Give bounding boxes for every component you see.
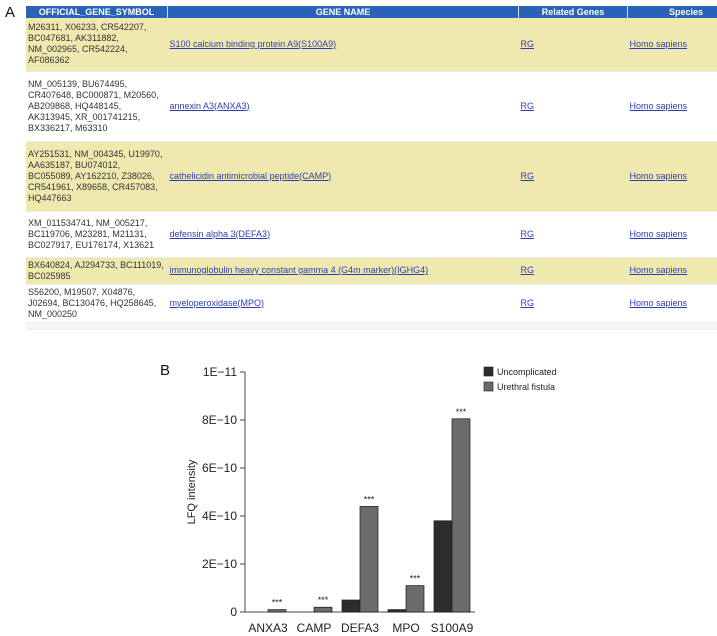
y-tick-label: 6E−10: [202, 461, 237, 475]
x-tick-label: CAMP: [297, 621, 332, 635]
significance-label: ***: [364, 494, 375, 504]
legend-label: Urethral fistula: [497, 382, 555, 392]
bar: [267, 609, 287, 613]
bar: [341, 599, 361, 613]
y-tick-label: 1E−11: [203, 365, 237, 379]
x-tick-label: DEFA3: [341, 621, 379, 635]
legend-swatch: [483, 366, 494, 377]
significance-label: ***: [456, 407, 467, 417]
legend-label: Uncomplicated: [497, 367, 557, 377]
legend-swatch: [483, 381, 494, 392]
bar: [313, 606, 333, 613]
bar: [405, 585, 425, 613]
bar: [387, 609, 407, 613]
x-tick-label: ANXA3: [248, 621, 288, 635]
y-tick-label: 8E−10: [202, 413, 237, 427]
significance-label: ***: [410, 574, 421, 584]
bar: [433, 520, 453, 613]
chart-legend: Uncomplicated Urethral fistula: [483, 366, 557, 392]
lfq-bar-chart: 0 2E−10 4E−10 6E−10 8E−10 1E−11 LFQ intensity A…: [186, 365, 557, 635]
x-tick-label: MPO: [392, 621, 419, 635]
bar: [359, 506, 379, 613]
y-tick-label: 2E−10: [202, 557, 237, 571]
significance-label: ***: [272, 598, 283, 608]
y-axis-label: LFQ intensity: [186, 459, 198, 524]
chart-bars: [267, 418, 471, 613]
x-tick-label: S100A9: [431, 621, 474, 635]
bar: [451, 418, 471, 613]
chart-labels: 0 2E−10 4E−10 6E−10 8E−10 1E−11 LFQ intensity A…: [186, 365, 474, 635]
y-tick-label: 4E−10: [202, 509, 237, 523]
significance-label: ***: [318, 595, 329, 605]
y-tick-label: 0: [230, 605, 237, 619]
